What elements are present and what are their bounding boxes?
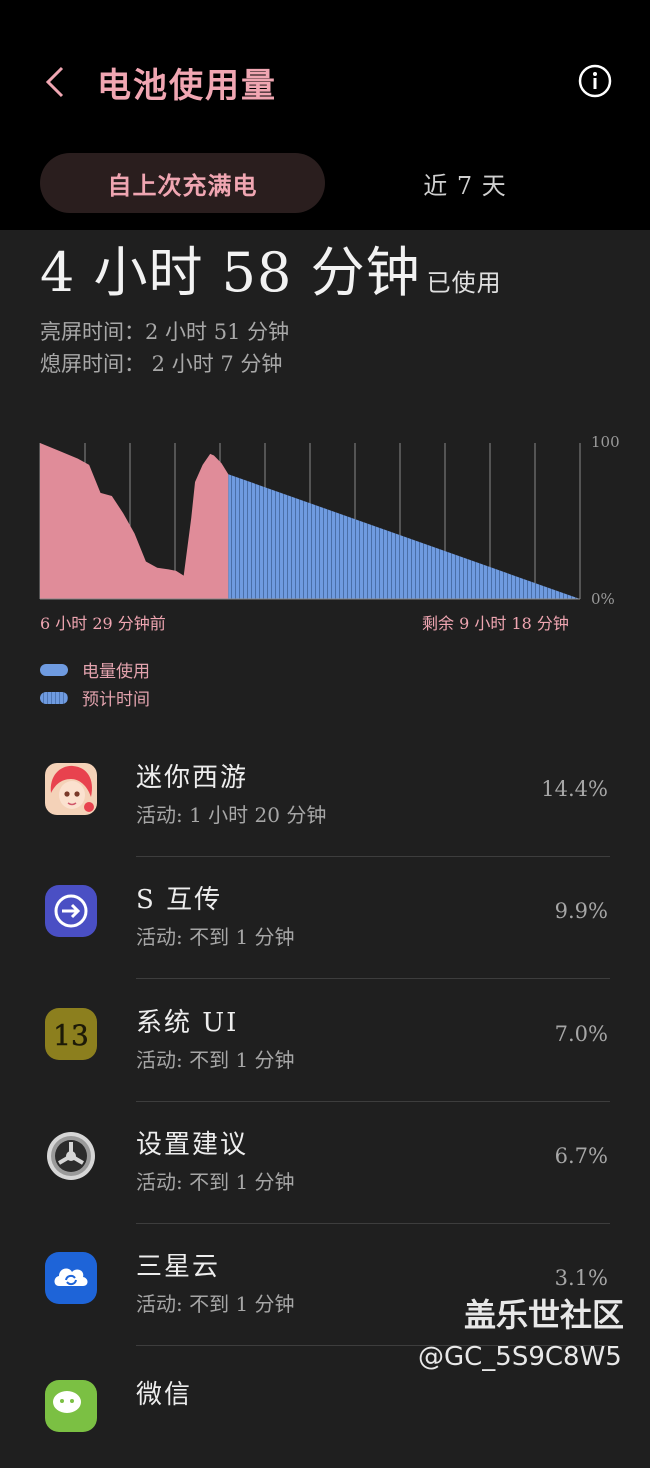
gear-icon: [47, 1132, 95, 1180]
used-battery-area: [40, 443, 229, 599]
app-name: 设置建议: [136, 1130, 249, 1160]
app-name: 系统 UI: [136, 1008, 239, 1038]
system-ui-icon: 13: [45, 1008, 97, 1060]
battery-chart: 100 0%: [39, 433, 620, 608]
total-usage: 4 小时 58 分钟 已使用: [40, 228, 502, 307]
app-percent: 9.9%: [554, 899, 608, 923]
info-icon[interactable]: [578, 64, 612, 98]
app-row-mini-xiyou[interactable]: 迷你西游 活动: 1 小时 20 分钟 14.4%: [40, 735, 610, 857]
legend-forecast: 预计时间: [40, 685, 150, 710]
legend-forecast-label: 预计时间: [82, 690, 150, 710]
app-percent: 6.7%: [554, 1144, 608, 1168]
app-row-smart-switch[interactable]: S 互传 活动: 不到 1 分钟 9.9%: [40, 857, 610, 979]
app-active-time: 活动: 不到 1 分钟: [136, 1292, 295, 1316]
app-active-time: 活动: 不到 1 分钟: [136, 925, 295, 949]
app-name: 三星云: [136, 1252, 221, 1282]
divider: [136, 978, 610, 979]
app-active-time: 活动: 1 小时 20 分钟: [136, 803, 327, 827]
tab-since-full-charge[interactable]: 自上次充满电: [40, 153, 325, 213]
app-name: 迷你西游: [136, 763, 249, 793]
legend-forecast-swatch: [40, 691, 68, 704]
y-max-label: 100: [591, 433, 620, 451]
game-avatar-icon: [45, 763, 97, 815]
tab-last-7-days[interactable]: 近 7 天: [380, 153, 550, 213]
legend-used: 电量使用: [40, 657, 150, 682]
legend-used-label: 电量使用: [82, 662, 150, 682]
app-percent: 14.4%: [541, 777, 608, 801]
legend-used-swatch: [40, 663, 68, 676]
svg-text:13: 13: [53, 1019, 89, 1052]
total-usage-suffix: 已使用: [426, 269, 502, 297]
app-name: S 互传: [136, 885, 223, 915]
app-active-time: 活动: 不到 1 分钟: [136, 1170, 295, 1194]
app-percent: 3.1%: [554, 1266, 608, 1290]
chart-start-label: 6 小时 29 分钟前: [40, 614, 166, 633]
watermark-community: 盖乐世社区: [464, 1296, 625, 1334]
app-active-time: 活动: 不到 1 分钟: [136, 1048, 295, 1072]
total-usage-value: 4 小时 58 分钟: [40, 241, 421, 304]
forecast-battery-area: [228, 474, 580, 599]
page-title: 电池使用量: [97, 66, 277, 106]
wechat-icon: [45, 1380, 97, 1432]
smart-switch-icon: [45, 885, 97, 937]
back-arrow-icon[interactable]: [40, 62, 76, 102]
screen-off-time: 熄屏时间： 2 小时 7 分钟: [40, 352, 283, 376]
watermark-handle: @GC_5S9C8W5: [418, 1342, 622, 1372]
screen-on-time: 亮屏时间：2 小时 51 分钟: [40, 320, 290, 344]
app-percent: 7.0%: [554, 1022, 608, 1046]
app-header: 电池使用量 自上次充满电 近 7 天: [0, 0, 650, 230]
app-row-settings-suggestions[interactable]: 设置建议 活动: 不到 1 分钟 6.7%: [40, 1102, 610, 1224]
chart-end-label: 剩余 9 小时 18 分钟: [422, 614, 569, 633]
y-min-label: 0%: [591, 590, 615, 608]
app-name: 微信: [136, 1380, 193, 1410]
app-row-system-ui[interactable]: 13 系统 UI 活动: 不到 1 分钟 7.0%: [40, 980, 610, 1102]
cloud-icon: [45, 1252, 97, 1304]
